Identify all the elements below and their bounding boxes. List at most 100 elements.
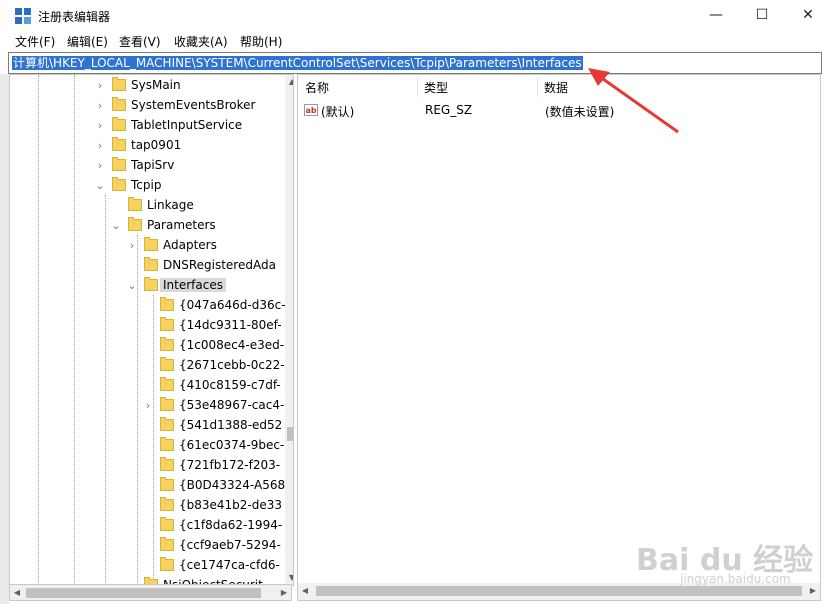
tree-connector	[127, 259, 137, 273]
values-pane: 名称 类型 数据 ab (默认) REG_SZ (数值未设置) ◀ ▶	[297, 74, 821, 601]
tree-node-label[interactable]: tap0901	[131, 138, 181, 152]
tree-node-label[interactable]: TabletInputService	[131, 118, 242, 132]
tree-node-label[interactable]: {61ec0374-9bec-	[179, 438, 284, 452]
folder-icon	[160, 457, 174, 471]
tree-node-label[interactable]: {2671cebb-0c22-	[179, 358, 285, 372]
address-path[interactable]: 计算机\HKEY_LOCAL_MACHINE\SYSTEM\CurrentCon…	[12, 56, 583, 70]
folder-icon	[160, 337, 174, 351]
chevron-right-icon[interactable]: ›	[95, 139, 105, 153]
tree-vertical-scrollbar[interactable]: ▲ ▼	[285, 75, 293, 585]
folder-icon	[160, 557, 174, 571]
minimize-button[interactable]: —	[693, 0, 739, 31]
tree-guide-line	[74, 75, 75, 585]
tree-node-label[interactable]: {721fb172-f203-	[179, 458, 280, 472]
menu-help[interactable]: 帮助(H)	[240, 33, 282, 50]
title-bar: 注册表编辑器 — ☐ ✕	[0, 0, 831, 31]
string-value-icon: ab	[304, 104, 318, 116]
tree-connector	[143, 299, 153, 313]
tree-node-label[interactable]: {1c008ec4-e3ed-	[179, 338, 284, 352]
chevron-right-icon[interactable]: ›	[95, 79, 105, 93]
tree-horizontal-scrollbar[interactable]: ◀ ▶	[9, 584, 292, 601]
menu-edit[interactable]: 编辑(E)	[67, 33, 108, 50]
tree-connector	[143, 559, 153, 573]
tree-node-label[interactable]: {c1f8da62-1994-	[179, 518, 282, 532]
tree-node-label[interactable]: {53e48967-cac4-	[179, 398, 284, 412]
folder-icon	[160, 537, 174, 551]
tree-node-label[interactable]: {14dc9311-80ef-	[179, 318, 282, 332]
tree-node-label[interactable]: Adapters	[163, 238, 217, 252]
background-window-strip	[0, 74, 9, 604]
folder-icon	[160, 317, 174, 331]
folder-icon	[144, 237, 158, 251]
column-divider[interactable]	[537, 77, 538, 97]
folder-icon	[160, 417, 174, 431]
column-header-type[interactable]: 类型	[424, 79, 448, 96]
chevron-right-icon[interactable]: ›	[95, 99, 105, 113]
watermark-url: jingyan.baidu.com	[680, 572, 791, 586]
chevron-down-icon[interactable]: ⌄	[127, 279, 137, 293]
folder-icon	[112, 117, 126, 131]
scroll-up-arrow-icon[interactable]: ▲	[285, 75, 293, 89]
menu-file[interactable]: 文件(F)	[15, 33, 55, 50]
tree-connector	[111, 199, 121, 213]
value-name[interactable]: (默认)	[321, 103, 354, 120]
chevron-right-icon[interactable]: ›	[95, 159, 105, 173]
address-bar[interactable]: 计算机\HKEY_LOCAL_MACHINE\SYSTEM\CurrentCon…	[8, 52, 822, 74]
tree-connector	[143, 459, 153, 473]
scroll-right-arrow-icon[interactable]: ▶	[277, 585, 291, 600]
chevron-right-icon[interactable]: ›	[143, 399, 153, 413]
tree-node-label[interactable]: {541d1388-ed52	[179, 418, 282, 432]
tree-connector	[143, 499, 153, 513]
scroll-right-arrow-icon[interactable]: ▶	[806, 583, 820, 598]
folder-icon	[144, 277, 158, 291]
chevron-right-icon[interactable]: ›	[127, 239, 137, 253]
tree-node-label[interactable]: {b83e41b2-de33	[179, 498, 282, 512]
folder-icon	[160, 377, 174, 391]
menu-bar: 文件(F) 编辑(E) 查看(V) 收藏夹(A) 帮助(H)	[0, 31, 831, 51]
tree-connector	[143, 359, 153, 373]
tree-node-label[interactable]: {047a646d-d36c-	[179, 298, 286, 312]
menu-view[interactable]: 查看(V)	[119, 33, 161, 50]
scroll-down-arrow-icon[interactable]: ▼	[285, 571, 293, 585]
folder-icon	[112, 177, 126, 191]
folder-icon	[160, 517, 174, 531]
tree-connector	[143, 379, 153, 393]
close-button[interactable]: ✕	[785, 0, 831, 31]
tree-node-label[interactable]: SysMain	[131, 78, 181, 92]
menu-favorites[interactable]: 收藏夹(A)	[174, 33, 228, 50]
chevron-down-icon[interactable]: ⌄	[95, 179, 105, 193]
scroll-left-arrow-icon[interactable]: ◀	[10, 585, 24, 600]
tree-connector	[143, 339, 153, 353]
folder-icon	[112, 157, 126, 171]
tree-guide-line	[105, 195, 106, 585]
tree-node-label[interactable]: Tcpip	[131, 178, 161, 192]
chevron-right-icon[interactable]: ›	[95, 119, 105, 133]
tree-hscroll-thumb[interactable]	[26, 588, 261, 598]
tree-connector	[143, 479, 153, 493]
tree-node-label[interactable]: {ccf9aeb7-5294-	[179, 538, 281, 552]
tree-node-label[interactable]: Interfaces	[160, 278, 226, 292]
folder-icon	[112, 77, 126, 91]
folder-icon	[160, 497, 174, 511]
tree-node-label[interactable]: TapiSrv	[131, 158, 174, 172]
folder-icon	[160, 477, 174, 491]
chevron-down-icon[interactable]: ⌄	[111, 219, 121, 233]
column-header-data[interactable]: 数据	[544, 79, 568, 96]
tree-node-label[interactable]: {B0D43324-A568	[179, 478, 285, 492]
annotation-arrow-icon	[588, 68, 679, 134]
column-header-name[interactable]: 名称	[305, 79, 329, 96]
maximize-button[interactable]: ☐	[739, 0, 785, 31]
tree-node-label[interactable]: Parameters	[147, 218, 216, 232]
tree-node-label[interactable]: {ce1747ca-cfd6-	[179, 558, 280, 572]
tree-node-label[interactable]: DNSRegisteredAda	[163, 258, 276, 272]
folder-icon	[128, 217, 142, 231]
scroll-left-arrow-icon[interactable]: ◀	[298, 583, 312, 598]
tree-node-label[interactable]: {410c8159-c7df-	[179, 378, 281, 392]
tree-node-label[interactable]: SystemEventsBroker	[131, 98, 255, 112]
values-hscroll-thumb[interactable]	[316, 586, 802, 596]
tree-node-label[interactable]: Linkage	[147, 198, 194, 212]
column-divider[interactable]	[417, 77, 418, 97]
tree-scroll-thumb[interactable]	[287, 427, 293, 441]
tree-guide-line	[38, 75, 39, 585]
registry-tree: › SysMain › SystemEventsBroker › TabletInputS…	[9, 74, 294, 586]
